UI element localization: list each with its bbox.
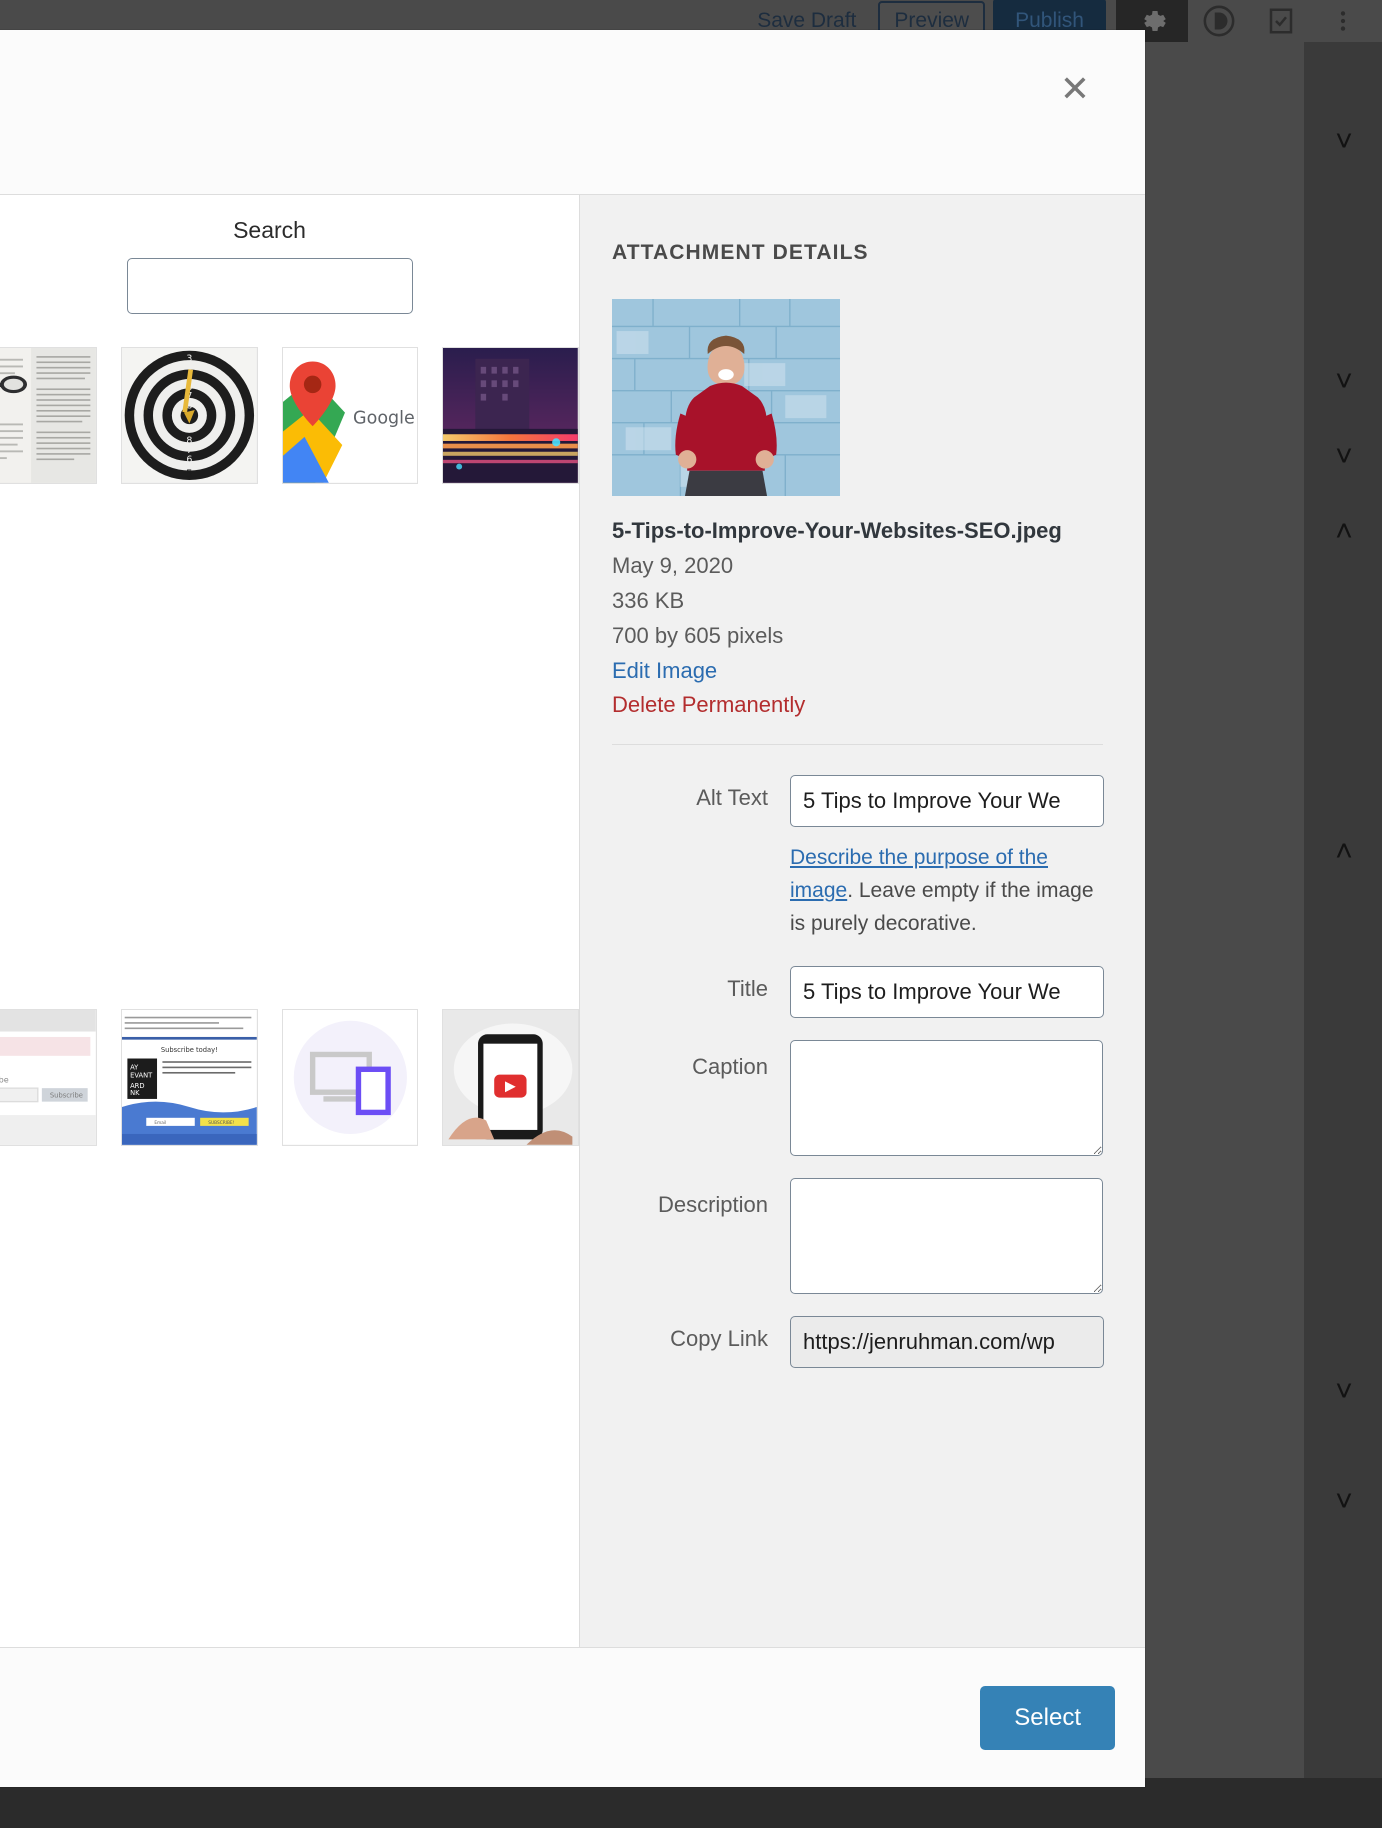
caption-row: Caption — [612, 1040, 1103, 1156]
checklist-icon[interactable] — [1250, 0, 1312, 42]
caption-textarea[interactable] — [790, 1040, 1103, 1156]
modal-body: Search 3 7 8 9 8 7 6 5 Google e Subscrib… — [0, 195, 1145, 1647]
description-row: Description — [612, 1178, 1103, 1294]
modal-header: ✕ — [0, 30, 1145, 195]
attachment-thumbnail-phone-youtube[interactable] — [442, 1009, 579, 1146]
description-textarea[interactable] — [790, 1178, 1103, 1294]
copy-link-row: Copy Link — [612, 1316, 1104, 1368]
svg-text:5: 5 — [186, 467, 193, 480]
alt-text-input[interactable] — [790, 775, 1104, 827]
alt-text-row: Alt Text — [612, 775, 1104, 827]
svg-text:AY: AY — [130, 1063, 139, 1071]
search-row: Search — [0, 195, 579, 314]
svg-text:Subscribe: Subscribe — [50, 1092, 83, 1100]
attachment-file-name: 5-Tips-to-Improve-Your-Websites-SEO.jpeg — [612, 518, 1062, 543]
svg-text:M: M — [416, 408, 417, 428]
svg-text:NK: NK — [130, 1089, 140, 1097]
attachment-thumbnail-responsive-devices[interactable] — [281, 1009, 419, 1146]
svg-text:3: 3 — [186, 353, 192, 364]
caption-label: Caption — [692, 1054, 768, 1079]
attachment-thumbnail-dartboard[interactable]: 367 898 76 5 — [120, 347, 258, 484]
divi-logo-icon[interactable] — [1188, 0, 1250, 42]
alt-text-label: Alt Text — [696, 785, 768, 810]
attachment-preview-image — [612, 299, 840, 496]
attachment-date: May 9, 2020 — [612, 553, 734, 578]
panel-chevron-down-icon-5[interactable]: ˅ — [1324, 1482, 1364, 1522]
description-label: Description — [657, 1192, 768, 1217]
svg-text:SUBSCRIBE!: SUBSCRIBE! — [208, 1120, 234, 1126]
panel-chevron-down-icon-4[interactable]: ˅ — [1324, 1372, 1364, 1412]
copy-link-input[interactable] — [790, 1316, 1104, 1368]
attachments-grid: 367 898 76 5 — [0, 347, 579, 1647]
copy-link-label: Copy Link — [670, 1326, 768, 1351]
panel-chevron-down-icon-3[interactable]: ˅ — [1324, 437, 1364, 477]
title-label: Title — [727, 976, 768, 1001]
svg-text:Subscribe today!: Subscribe today! — [161, 1046, 218, 1054]
attachment-thumbnail-city-lights[interactable] — [442, 347, 579, 484]
svg-text:Google: Google — [353, 408, 415, 428]
close-icon[interactable]: ✕ — [1053, 68, 1097, 112]
attachment-file-size: 336 KB — [612, 588, 685, 613]
title-input[interactable] — [790, 966, 1104, 1018]
edit-image-link[interactable]: Edit Image — [612, 658, 1103, 684]
more-vertical-icon[interactable] — [1312, 0, 1374, 42]
delete-permanently-link[interactable]: Delete Permanently — [612, 692, 1103, 718]
attachment-details-panel: ATTACHMENT DETAILS 5-Tips-to-Improve-You… — [580, 195, 1145, 1647]
panel-chevron-down-icon-1[interactable]: ˅ — [1324, 122, 1364, 162]
attachments-browser: Search 3 7 8 9 8 7 6 5 Google e Subscrib… — [0, 195, 580, 1647]
panel-chevron-up-icon-1[interactable]: ˄ — [1324, 512, 1364, 552]
search-label: Search — [233, 217, 306, 243]
attachment-thumbnail-subscribe-form[interactable]: Subscribe Subscribe — [0, 1009, 97, 1146]
svg-text:Email: Email — [154, 1120, 166, 1126]
media-library-modal: ✕ Search 3 7 8 9 8 7 6 5 Google e Subscr… — [0, 30, 1145, 1787]
editor-sidebar-rail: ˅ ˅ ˅ ˄ ˄ ˅ ˅ — [1304, 42, 1382, 1780]
attachment-thumbnail-newsletter-signup[interactable]: Subscribe today! AY EVANT ARD NK Email S… — [120, 1009, 258, 1146]
attachment-thumbnail-google-maps[interactable]: Google M — [281, 347, 419, 484]
svg-text:EVANT: EVANT — [130, 1071, 153, 1079]
search-input[interactable] — [126, 258, 413, 314]
svg-text:Subscribe: Subscribe — [0, 1075, 9, 1085]
title-row: Title — [612, 966, 1104, 1018]
select-button[interactable]: Select — [980, 1685, 1115, 1750]
panel-chevron-down-icon-2[interactable]: ˅ — [1324, 362, 1364, 402]
alt-text-help-text: Describe the purpose of the image. Leave… — [790, 841, 1103, 940]
attachment-dimensions: 700 by 605 pixels — [612, 623, 784, 648]
attachment-details-heading: ATTACHMENT DETAILS — [612, 241, 869, 264]
svg-text:6: 6 — [186, 455, 192, 466]
attachment-thumbnail-book-notes[interactable] — [0, 347, 97, 484]
panel-chevron-up-icon-2[interactable]: ˄ — [1324, 832, 1364, 872]
details-divider — [612, 744, 1103, 745]
modal-footer: Select — [0, 1647, 1145, 1787]
svg-text:9: 9 — [186, 424, 192, 435]
